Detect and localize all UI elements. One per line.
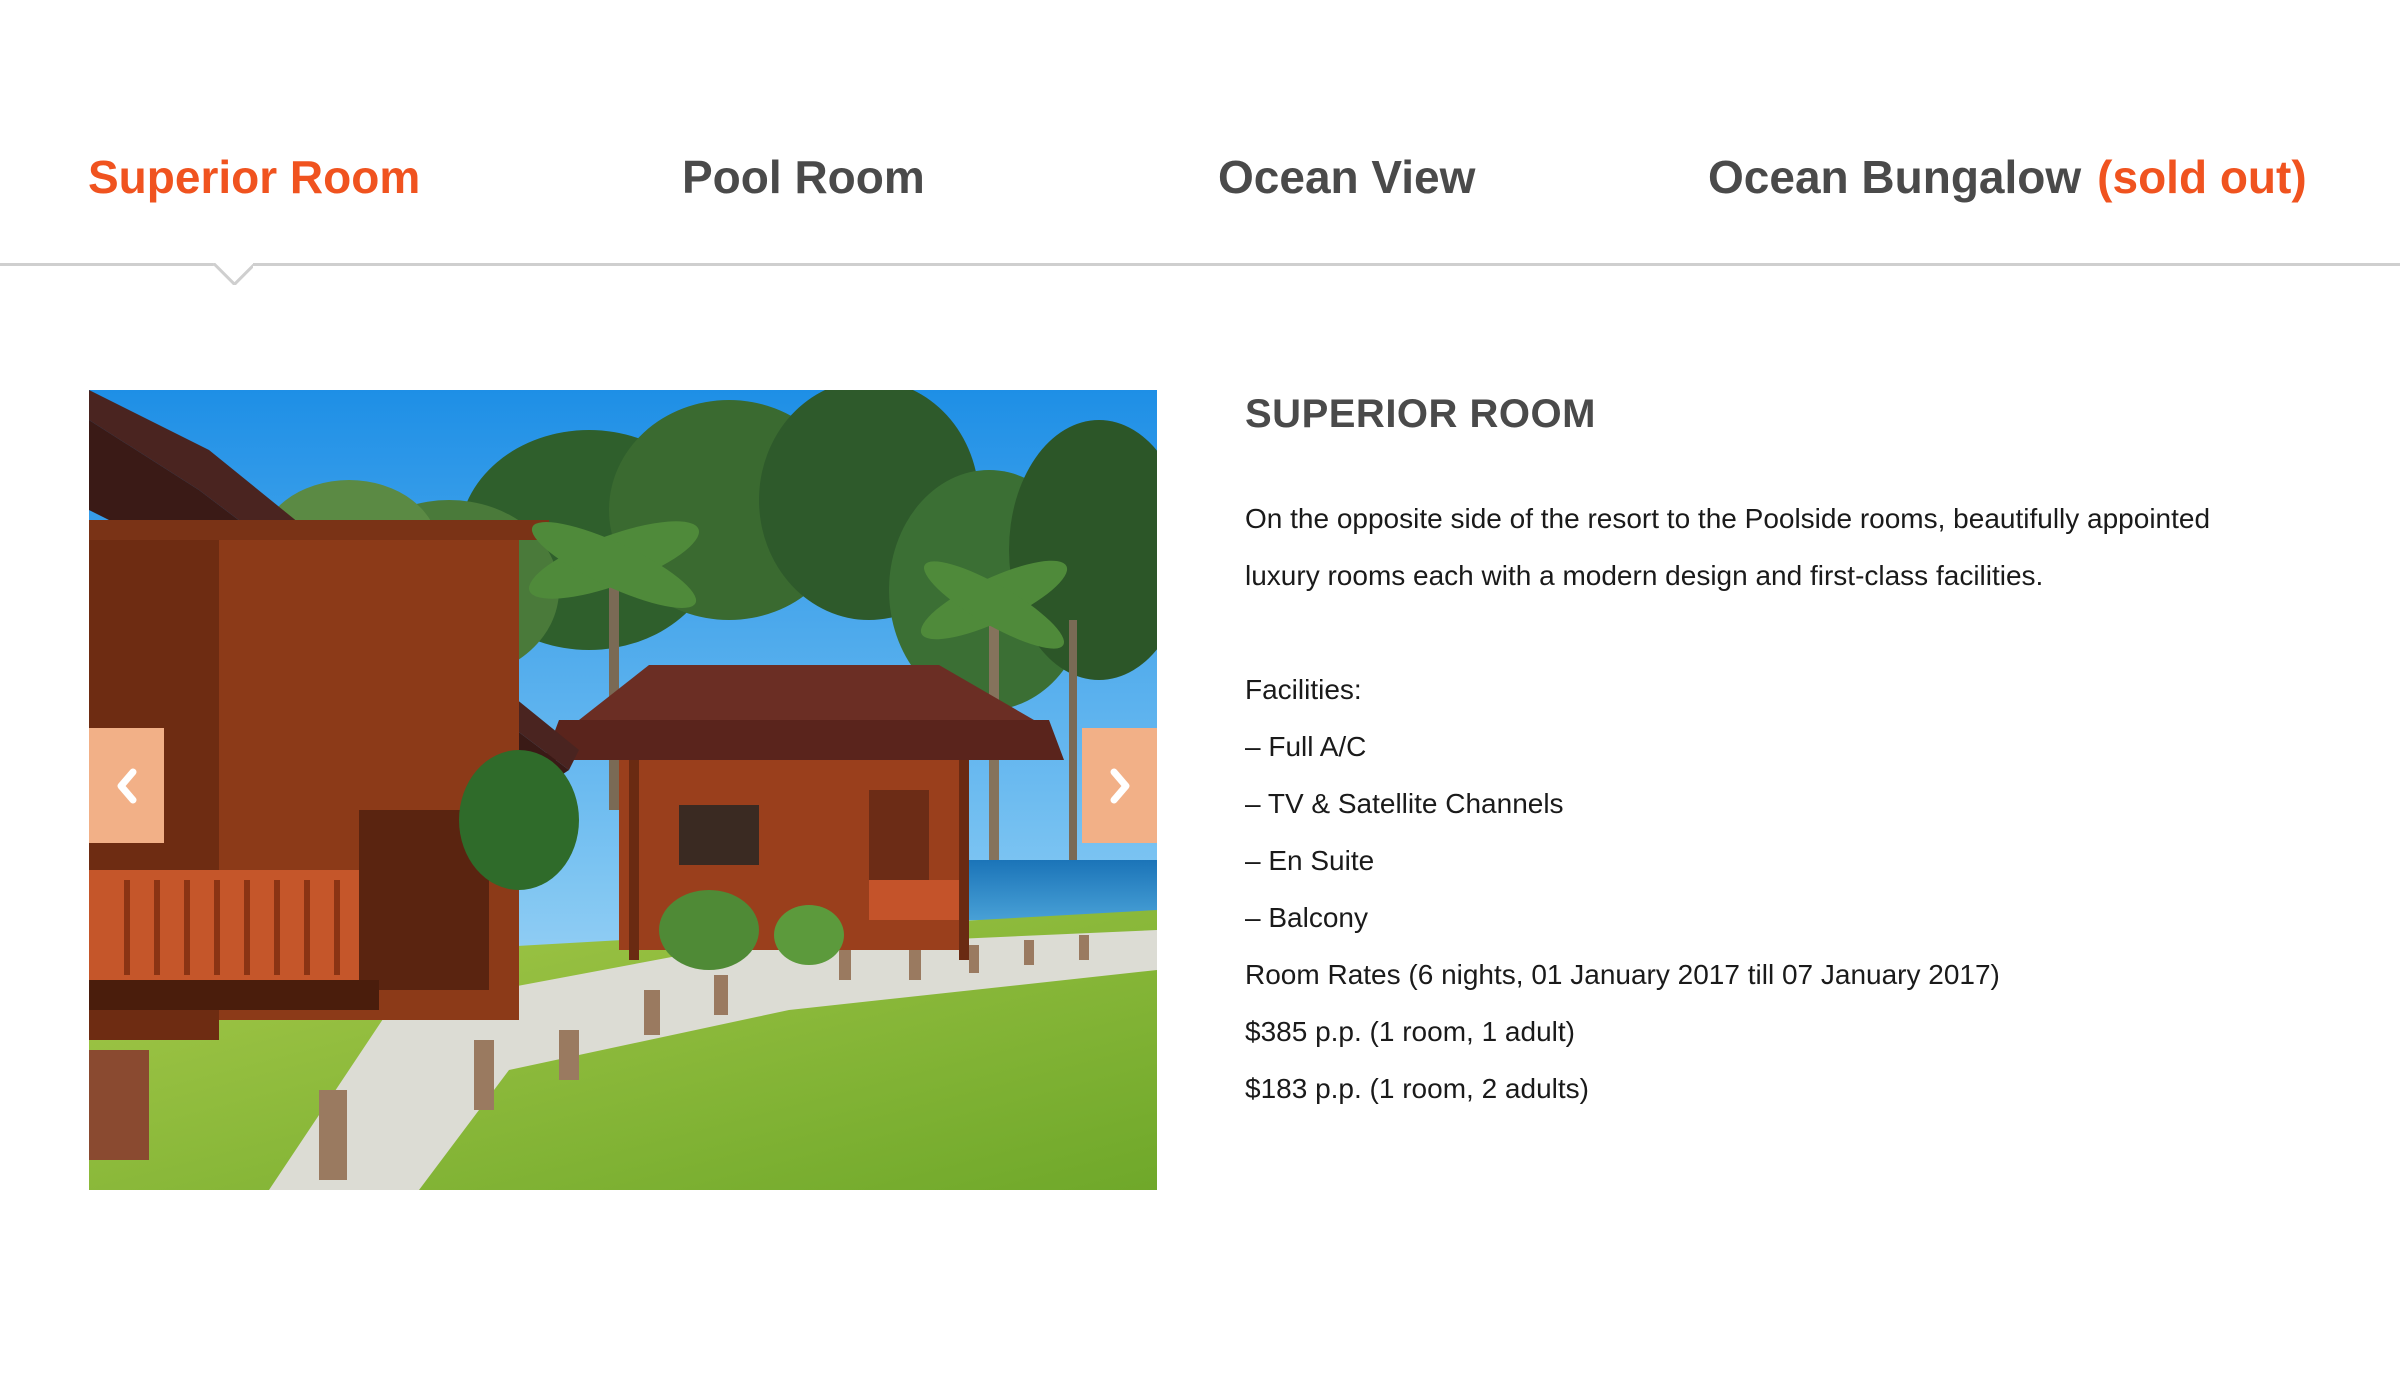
tab-ocean-bungalow[interactable]: Ocean Bungalow (sold out): [1708, 150, 2307, 204]
room-tabs: Superior Room Pool Room Ocean View Ocean…: [0, 150, 2400, 240]
sold-out-badge: (sold out): [2097, 151, 2307, 203]
chevron-right-icon: [1110, 768, 1129, 803]
room-rate-item: $183 p.p. (1 room, 2 adults): [1245, 1073, 1589, 1104]
facilities-label: Facilities:: [1245, 674, 1362, 705]
tab-pool-room[interactable]: Pool Room: [682, 150, 925, 204]
facility-item: – TV & Satellite Channels: [1245, 788, 1564, 819]
slider-prev-button[interactable]: [89, 728, 164, 843]
active-tab-pointer: [213, 263, 253, 285]
slider-next-button[interactable]: [1082, 728, 1157, 843]
facility-item: – Balcony: [1245, 902, 1368, 933]
facility-item: – Full A/C: [1245, 731, 1367, 762]
tab-superior-room[interactable]: Superior Room: [88, 150, 420, 204]
tab-divider: [0, 263, 2400, 266]
room-title: SUPERIOR ROOM: [1245, 392, 1596, 436]
facility-item: – En Suite: [1245, 845, 1375, 876]
room-image-slider[interactable]: [89, 390, 1157, 1190]
tab-ocean-bungalow-label: Ocean Bungalow: [1708, 151, 2082, 203]
chevron-left-icon: [117, 768, 136, 803]
room-photo: [89, 390, 1157, 1190]
room-details: SUPERIOR ROOM On the opposite side of th…: [1245, 390, 2345, 1117]
tab-ocean-view[interactable]: Ocean View: [1218, 150, 1475, 204]
room-rates-label: Room Rates (6 nights, 01 January 2017 ti…: [1245, 959, 2000, 990]
room-rate-item: $385 p.p. (1 room, 1 adult): [1245, 1016, 1575, 1047]
room-description-line: luxury rooms each with a modern design a…: [1245, 560, 2044, 591]
room-description-line: On the opposite side of the resort to th…: [1245, 503, 2211, 534]
